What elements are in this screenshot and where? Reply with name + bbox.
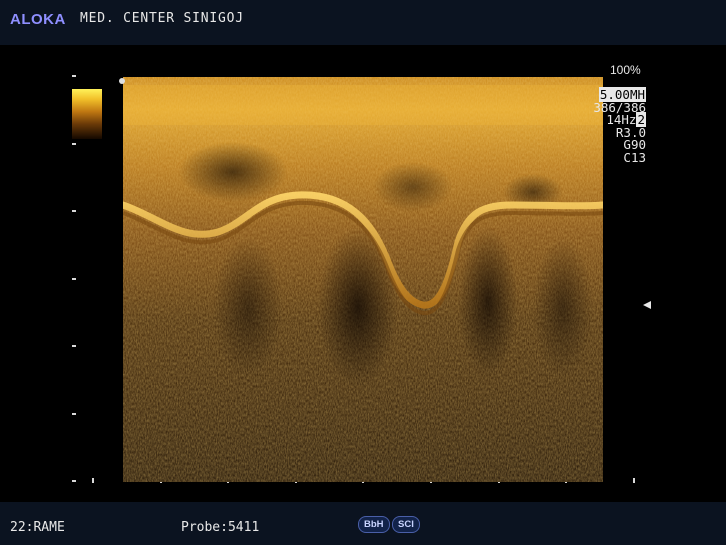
center-name: MED. CENTER SINIGOJ <box>80 11 244 26</box>
tissue-shadow <box>178 142 288 202</box>
acoustic-shadow <box>533 237 593 377</box>
depth-tick <box>72 413 76 415</box>
sci-badge[interactable]: SCI <box>392 516 420 533</box>
depth-tick <box>72 345 76 347</box>
lateral-tick <box>92 478 94 483</box>
probe-label: Probe:5411 <box>181 520 260 535</box>
header-bar: ALOKA MED. CENTER SINIGOJ <box>0 0 726 45</box>
depth-tick <box>72 210 76 212</box>
depth-tick <box>72 75 76 77</box>
bbh-badge[interactable]: BbH <box>358 516 390 533</box>
ultrasound-image[interactable] <box>123 77 603 482</box>
depth-tick <box>72 143 76 145</box>
acoustic-shadow <box>458 227 518 377</box>
tissue-shadow <box>373 162 453 212</box>
skin-layer <box>123 85 603 125</box>
depth-origin-dot <box>119 78 125 84</box>
power-readout: 100% <box>610 63 641 77</box>
triangle-left-icon[interactable] <box>643 301 651 309</box>
lateral-tick <box>633 478 635 483</box>
acoustic-shadow <box>213 237 283 377</box>
contrast-readout: C13 <box>623 149 646 165</box>
color-scale-bar <box>72 89 102 139</box>
depth-tick <box>72 278 76 280</box>
depth-tick <box>72 480 76 482</box>
acquisition-readout: 5.00MH 386/386 14Hz2 R3.0 G90 C13 <box>593 87 646 165</box>
ultrasound-scan <box>123 77 603 482</box>
preset-label: 22:RAME <box>10 520 65 535</box>
brand-logo: ALOKA <box>10 11 66 28</box>
